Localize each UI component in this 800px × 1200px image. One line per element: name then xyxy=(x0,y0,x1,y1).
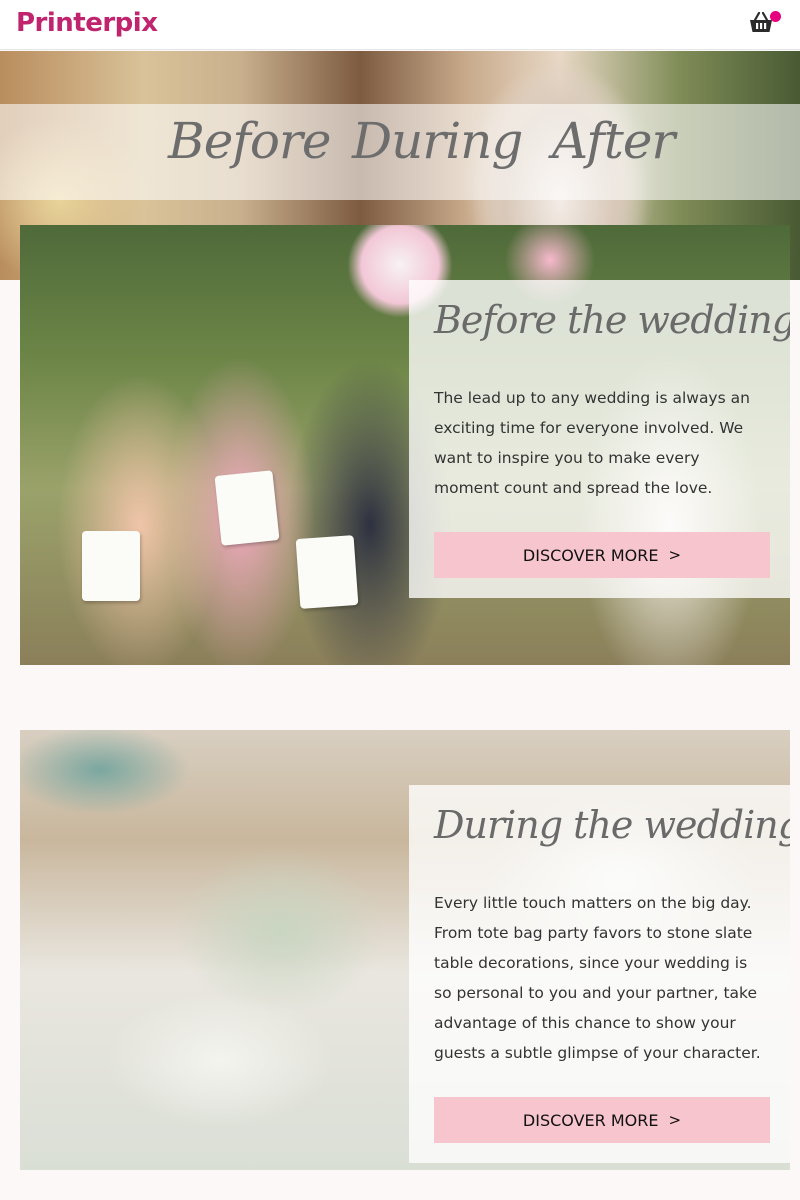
tab-before[interactable]: Before xyxy=(168,112,331,170)
during-wedding-card: During the wedding Every little touch ma… xyxy=(409,785,790,1163)
cart-button[interactable] xyxy=(748,8,784,38)
during-wedding-section: During the wedding Every little touch ma… xyxy=(20,730,790,1170)
tab-during[interactable]: During xyxy=(352,112,523,170)
chevron-right-icon: > xyxy=(668,1111,682,1129)
tab-after[interactable]: After xyxy=(552,112,675,170)
discover-more-button[interactable]: DISCOVER MORE > xyxy=(434,532,770,578)
discover-more-button[interactable]: DISCOVER MORE > xyxy=(434,1097,770,1143)
bride-tribe-mug xyxy=(214,470,280,546)
section-title: During the wedding xyxy=(434,803,790,847)
button-label: DISCOVER MORE xyxy=(522,1110,659,1130)
printerpix-logo[interactable]: Printerpix xyxy=(16,8,158,38)
hero-tabs: Before During After xyxy=(0,104,800,200)
chevron-right-icon: > xyxy=(668,546,682,564)
button-label: DISCOVER MORE xyxy=(522,545,659,565)
site-header: Printerpix xyxy=(0,0,800,50)
bride-tribe-mug xyxy=(82,531,140,601)
section-title: Before the wedding xyxy=(434,298,790,342)
bride-mug xyxy=(295,535,359,609)
section-description: Every little touch matters on the big da… xyxy=(434,894,761,1062)
cart-badge xyxy=(770,11,781,22)
before-wedding-card: Before the wedding The lead up to any we… xyxy=(409,280,790,598)
section-description: The lead up to any wedding is always an … xyxy=(434,389,750,497)
before-wedding-section: Before the wedding The lead up to any we… xyxy=(20,225,790,665)
